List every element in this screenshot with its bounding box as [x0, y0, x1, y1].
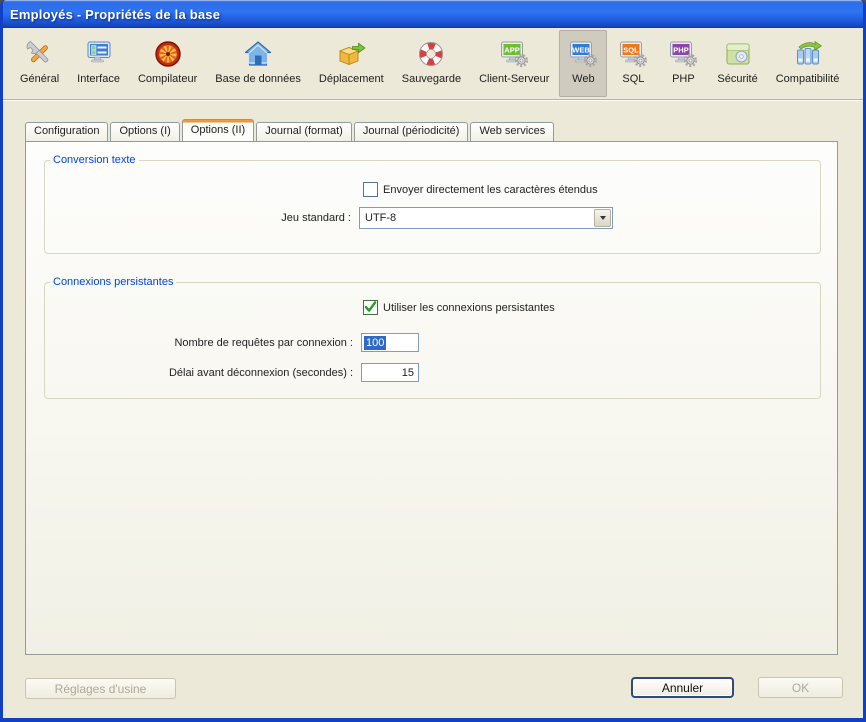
app-monitor-icon	[498, 38, 530, 70]
ok-button[interactable]: OK	[758, 677, 843, 698]
extended-chars-checkbox[interactable]	[363, 182, 378, 197]
delay-input[interactable]: 15	[361, 363, 419, 382]
toolbar-item-interface[interactable]: Interface	[69, 30, 128, 97]
window-title: Employés - Propriétés de la base	[10, 7, 220, 22]
toolbar-item-label: SQL	[622, 73, 644, 85]
cancel-button[interactable]: Annuler	[631, 677, 734, 698]
tab-web-services[interactable]: Web services	[470, 122, 554, 141]
toolbar-item-label: Sauvegarde	[402, 73, 461, 85]
toolbar-item-web[interactable]: Web	[559, 30, 607, 97]
toolbar-item-label: Interface	[77, 73, 120, 85]
tab-journal-periodicite[interactable]: Journal (périodicité)	[354, 122, 469, 141]
toolbar-item-general[interactable]: Général	[12, 30, 67, 97]
check-icon	[363, 300, 378, 315]
group-title: Conversion texte	[50, 154, 139, 166]
security-box-icon	[722, 38, 754, 70]
properties-dialog: Employés - Propriétés de la base Général…	[0, 0, 866, 722]
charset-row: Jeu standard : UTF-8	[26, 207, 613, 229]
requests-value-selected-text: 100	[364, 336, 386, 350]
cancel-label: Annuler	[662, 681, 703, 695]
requests-label: Nombre de requêtes par connexion :	[26, 337, 353, 349]
requests-row: Nombre de requêtes par connexion : 100	[26, 333, 419, 352]
toolbar-item-label: Base de données	[215, 73, 301, 85]
toolbar-item-label: Déplacement	[319, 73, 384, 85]
toolbar-item-label: Web	[572, 73, 594, 85]
tab-configuration[interactable]: Configuration	[25, 122, 108, 141]
tab-options-2[interactable]: Options (II)	[182, 119, 254, 141]
toolbar-item-securite[interactable]: Sécurité	[709, 30, 765, 97]
toolbar-item-label: Compilateur	[138, 73, 197, 85]
persistent-connections-row: Utiliser les connexions persistantes	[363, 300, 555, 315]
toolbar-item-sauvegarde[interactable]: Sauvegarde	[394, 30, 469, 97]
interface-icon	[83, 38, 115, 70]
toolbar-item-deplacement[interactable]: Déplacement	[311, 30, 392, 97]
toolbar-item-php[interactable]: PHP	[659, 30, 707, 97]
tab-strip: ConfigurationOptions (I)Options (II)Jour…	[25, 120, 838, 141]
persistent-connections-checkbox[interactable]	[363, 300, 378, 315]
delay-value: 15	[402, 367, 418, 379]
ok-label: OK	[792, 681, 809, 695]
compiler-wheel-icon	[152, 38, 184, 70]
toolbar-item-label: PHP	[672, 73, 695, 85]
charset-label: Jeu standard :	[26, 212, 351, 224]
group-conversion-texte: Conversion texte	[44, 154, 821, 254]
tools-icon	[24, 38, 56, 70]
house-icon	[242, 38, 274, 70]
toolbar-item-label: Client-Serveur	[479, 73, 549, 85]
toolbar-item-label: Compatibilité	[776, 73, 840, 85]
persistent-connections-label: Utiliser les connexions persistantes	[383, 302, 555, 314]
factory-settings-label: Réglages d'usine	[55, 682, 147, 696]
extended-chars-row: Envoyer directement les caractères étend…	[363, 182, 598, 197]
charset-dropdown-button[interactable]	[594, 209, 611, 227]
charset-selected-value: UTF-8	[360, 212, 594, 224]
toolbar-item-compatibilite[interactable]: Compatibilité	[768, 30, 848, 97]
toolbar-item-compilateur[interactable]: Compilateur	[130, 30, 205, 97]
factory-settings-button[interactable]: Réglages d'usine	[25, 678, 176, 699]
category-toolbar: Général Interface Compilateur Base de donné…	[3, 28, 863, 100]
group-title: Connexions persistantes	[50, 276, 176, 288]
web-monitor-icon	[567, 38, 599, 70]
toolbar-item-sql[interactable]: SQL	[609, 30, 657, 97]
delay-row: Délai avant déconnexion (secondes) : 15	[26, 363, 419, 382]
toolbar-item-base-de-donnees[interactable]: Base de données	[207, 30, 309, 97]
titlebar: Employés - Propriétés de la base	[0, 0, 866, 28]
charset-select[interactable]: UTF-8	[359, 207, 613, 229]
tab-options-1[interactable]: Options (I)	[110, 122, 179, 141]
toolbar-item-label: Général	[20, 73, 59, 85]
php-monitor-icon	[667, 38, 699, 70]
tab-page-options-2: Conversion texte Connexions persistantes…	[25, 141, 838, 655]
package-arrow-icon	[335, 38, 367, 70]
toolbar-item-label: Sécurité	[717, 73, 757, 85]
chevron-down-icon	[600, 216, 606, 220]
delay-label: Délai avant déconnexion (secondes) :	[26, 367, 353, 379]
sql-monitor-icon	[617, 38, 649, 70]
toolbar-item-client-serveur[interactable]: Client-Serveur	[471, 30, 557, 97]
binders-arrow-icon	[792, 38, 824, 70]
extended-chars-label: Envoyer directement les caractères étend…	[383, 184, 598, 196]
requests-input[interactable]: 100	[361, 333, 419, 352]
lifebuoy-icon	[415, 38, 447, 70]
tab-journal-format[interactable]: Journal (format)	[256, 122, 352, 141]
